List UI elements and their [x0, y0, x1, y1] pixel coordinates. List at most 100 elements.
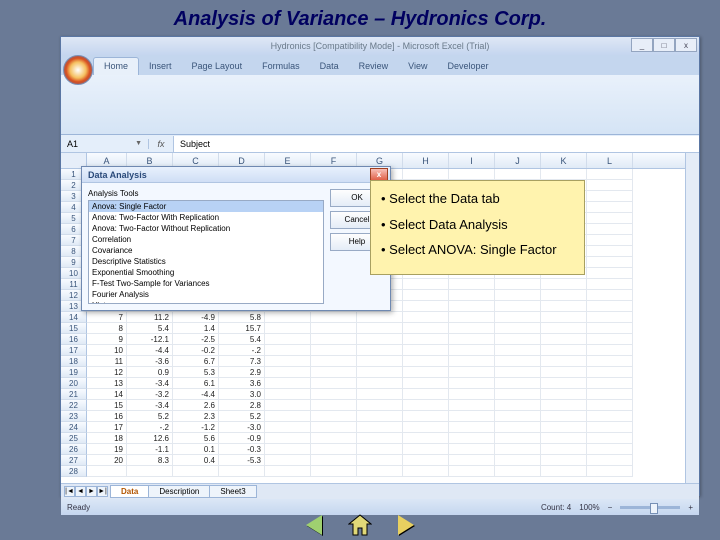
cell[interactable] — [495, 323, 541, 334]
cell[interactable] — [265, 422, 311, 433]
cell[interactable] — [587, 202, 633, 213]
analysis-tool-item[interactable]: Covariance — [89, 245, 323, 256]
row-header[interactable]: 20 — [61, 378, 87, 389]
cell[interactable] — [357, 411, 403, 422]
cell[interactable]: 16 — [87, 411, 127, 422]
cell[interactable] — [357, 455, 403, 466]
window-close-button[interactable]: x — [675, 38, 697, 52]
tab-view[interactable]: View — [398, 58, 437, 75]
cell[interactable] — [495, 466, 541, 477]
sheet-tab-description[interactable]: Description — [148, 485, 210, 498]
cell[interactable] — [357, 444, 403, 455]
cell[interactable] — [449, 301, 495, 312]
cell[interactable] — [403, 422, 449, 433]
cell[interactable] — [357, 389, 403, 400]
cell[interactable] — [403, 367, 449, 378]
row-27[interactable]: 27208.30.4-5.3 — [61, 455, 699, 466]
cell[interactable] — [495, 279, 541, 290]
cell[interactable]: 5.4 — [127, 323, 173, 334]
cell[interactable]: -5.3 — [219, 455, 265, 466]
cell[interactable] — [265, 334, 311, 345]
cell[interactable] — [449, 334, 495, 345]
minimize-button[interactable]: _ — [631, 38, 653, 52]
row-header[interactable]: 16 — [61, 334, 87, 345]
row-header[interactable]: 21 — [61, 389, 87, 400]
name-box[interactable]: A1 ▼ — [61, 139, 149, 149]
cell[interactable]: 6.7 — [173, 356, 219, 367]
cell[interactable] — [403, 279, 449, 290]
cell[interactable] — [541, 279, 587, 290]
row-23[interactable]: 23165.22.35.2 — [61, 411, 699, 422]
cell[interactable] — [541, 345, 587, 356]
cell[interactable]: -.2 — [127, 422, 173, 433]
cell[interactable] — [311, 345, 357, 356]
cell[interactable]: 0.4 — [173, 455, 219, 466]
cell[interactable] — [265, 389, 311, 400]
cell[interactable] — [587, 191, 633, 202]
analysis-tool-item[interactable]: F-Test Two-Sample for Variances — [89, 278, 323, 289]
cell[interactable] — [587, 213, 633, 224]
cell[interactable]: -3.4 — [127, 378, 173, 389]
cell[interactable] — [495, 422, 541, 433]
tab-review[interactable]: Review — [349, 58, 399, 75]
sheet-tab-data[interactable]: Data — [110, 485, 149, 498]
cell[interactable]: 8 — [87, 323, 127, 334]
cell[interactable] — [587, 224, 633, 235]
cell[interactable] — [403, 411, 449, 422]
analysis-tool-item[interactable]: Anova: Two-Factor With Replication — [89, 212, 323, 223]
cell[interactable]: -2.5 — [173, 334, 219, 345]
cell[interactable] — [265, 411, 311, 422]
cell[interactable]: 18 — [87, 433, 127, 444]
cell[interactable] — [587, 246, 633, 257]
cell[interactable] — [587, 466, 633, 477]
row-header[interactable]: 26 — [61, 444, 87, 455]
analysis-tools-list[interactable]: Anova: Single FactorAnova: Two-Factor Wi… — [88, 200, 324, 304]
cell[interactable]: -0.9 — [219, 433, 265, 444]
cell[interactable]: 20 — [87, 455, 127, 466]
cell[interactable] — [403, 466, 449, 477]
cell[interactable] — [587, 169, 633, 180]
cell[interactable] — [495, 444, 541, 455]
cell[interactable] — [265, 356, 311, 367]
cell[interactable] — [495, 389, 541, 400]
cell[interactable] — [449, 466, 495, 477]
cell[interactable]: 5.2 — [219, 411, 265, 422]
cell[interactable]: 11 — [87, 356, 127, 367]
cell[interactable] — [403, 356, 449, 367]
cell[interactable] — [403, 455, 449, 466]
cell[interactable]: -1.1 — [127, 444, 173, 455]
analysis-tool-item[interactable]: Correlation — [89, 234, 323, 245]
cell[interactable] — [449, 345, 495, 356]
cell[interactable]: -0.2 — [173, 345, 219, 356]
cell[interactable]: 5.4 — [219, 334, 265, 345]
row-22[interactable]: 2215-3.42.62.8 — [61, 400, 699, 411]
cell[interactable] — [449, 367, 495, 378]
cell[interactable]: -4.4 — [173, 389, 219, 400]
row-17[interactable]: 1710-4.4-0.2-.2 — [61, 345, 699, 356]
cell[interactable] — [495, 455, 541, 466]
cell[interactable] — [311, 312, 357, 323]
row-header[interactable]: 22 — [61, 400, 87, 411]
cell[interactable]: 10 — [87, 345, 127, 356]
cell[interactable] — [357, 312, 403, 323]
cell[interactable] — [357, 323, 403, 334]
cell[interactable] — [449, 169, 495, 180]
cell[interactable] — [541, 400, 587, 411]
row-28[interactable]: 28 — [61, 466, 699, 477]
cell[interactable] — [357, 433, 403, 444]
cell[interactable] — [541, 455, 587, 466]
cell[interactable]: 12.6 — [127, 433, 173, 444]
cell[interactable]: -1.2 — [173, 422, 219, 433]
cell[interactable]: -.2 — [219, 345, 265, 356]
cell[interactable]: 3.6 — [219, 378, 265, 389]
cell[interactable] — [311, 422, 357, 433]
cell[interactable] — [541, 356, 587, 367]
cell[interactable] — [311, 411, 357, 422]
analysis-tool-item[interactable]: Descriptive Statistics — [89, 256, 323, 267]
cell[interactable] — [495, 356, 541, 367]
cell[interactable] — [311, 356, 357, 367]
cell[interactable]: 5.3 — [173, 367, 219, 378]
cell[interactable]: 5.6 — [173, 433, 219, 444]
cell[interactable] — [265, 367, 311, 378]
row-20[interactable]: 2013-3.46.13.6 — [61, 378, 699, 389]
